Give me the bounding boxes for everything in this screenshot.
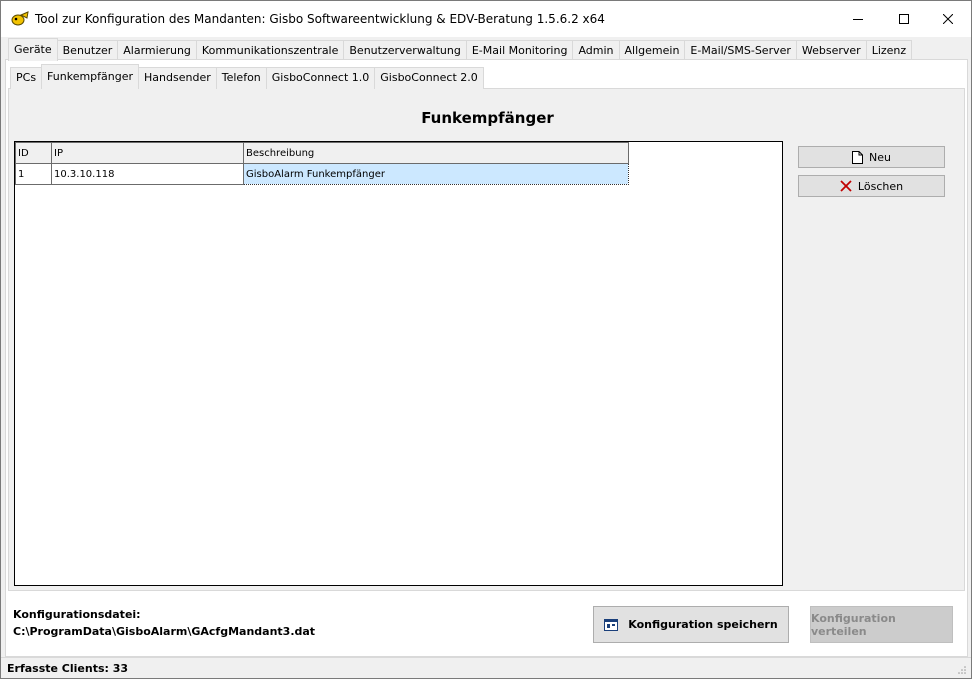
new-button-label: Neu [869, 150, 891, 164]
config-file-path: C:\ProgramData\GisboAlarm\GAcfgMandant3.… [13, 625, 316, 638]
app-icon [11, 11, 29, 27]
new-button[interactable]: Neu [798, 146, 945, 168]
tab-lizenz[interactable]: Lizenz [865, 40, 913, 61]
column-header-ip[interactable]: IP [51, 142, 244, 164]
tab-email-sms-server[interactable]: E-Mail/SMS-Server [684, 40, 797, 61]
window-title: Tool zur Konfiguration des Mandanten: Gi… [35, 12, 605, 26]
new-document-icon [852, 150, 864, 164]
tab-pcs[interactable]: PCs [10, 67, 43, 89]
sub-tab-panel: Funkempfänger ID IP Beschreibung 1 10.3.… [8, 88, 965, 591]
status-text: Erfasste Clients: 33 [7, 662, 129, 675]
tab-webserver[interactable]: Webserver [795, 40, 867, 61]
minimize-icon [853, 14, 863, 24]
delete-button[interactable]: Löschen [798, 175, 945, 197]
tab-email-monitoring[interactable]: E-Mail Monitoring [465, 40, 574, 61]
tab-geraete[interactable]: Geräte [8, 38, 58, 61]
minimize-button[interactable] [835, 1, 881, 37]
save-config-button[interactable]: Konfiguration speichern [593, 606, 789, 643]
column-header-id[interactable]: ID [15, 142, 52, 164]
save-config-icon [604, 618, 619, 631]
cell-beschreibung[interactable]: GisboAlarm Funkempfänger [243, 163, 629, 185]
receiver-grid[interactable]: ID IP Beschreibung 1 10.3.10.118 GisboAl… [14, 141, 783, 586]
column-header-beschreibung[interactable]: Beschreibung [243, 142, 629, 164]
table-row[interactable]: 1 10.3.10.118 GisboAlarm Funkempfänger [15, 163, 629, 185]
tab-funkempfaenger[interactable]: Funkempfänger [41, 64, 140, 89]
close-button[interactable] [925, 1, 971, 37]
tab-gisboconnect-2[interactable]: GisboConnect 2.0 [374, 67, 484, 89]
sub-tab-strip: PCs Funkempfänger Handsender Telefon Gis… [10, 64, 484, 89]
maximize-button[interactable] [881, 1, 927, 37]
app-window: Tool zur Konfiguration des Mandanten: Gi… [0, 0, 972, 679]
cell-ip[interactable]: 10.3.10.118 [51, 163, 244, 185]
delete-x-icon [840, 180, 852, 192]
delete-button-label: Löschen [857, 179, 904, 193]
cell-id[interactable]: 1 [15, 163, 52, 185]
resize-grip-icon[interactable] [957, 665, 967, 675]
distribute-config-label: Konfiguration verteilen [811, 611, 896, 638]
grid-header-row: ID IP Beschreibung [15, 142, 629, 164]
close-icon [943, 14, 953, 24]
tab-telefon[interactable]: Telefon [215, 67, 267, 89]
save-config-label: Konfiguration speichern [628, 618, 778, 631]
config-file-label: Konfigurationsdatei: [13, 608, 141, 621]
distribute-config-button[interactable]: Konfiguration verteilen [810, 606, 953, 643]
panel-heading: Funkempfänger [421, 109, 554, 127]
tab-handsender[interactable]: Handsender [138, 67, 217, 89]
title-bar: Tool zur Konfiguration des Mandanten: Gi… [1, 1, 971, 37]
maximize-icon [899, 14, 909, 24]
tab-admin[interactable]: Admin [572, 40, 620, 61]
tab-benutzer[interactable]: Benutzer [56, 40, 119, 61]
tab-benutzerverwaltung[interactable]: Benutzerverwaltung [343, 40, 467, 61]
tab-alarmierung[interactable]: Alarmierung [117, 40, 197, 61]
tab-allgemein[interactable]: Allgemein [618, 40, 686, 61]
status-bar: Erfasste Clients: 33 [1, 657, 971, 678]
tab-kommunikationszentrale[interactable]: Kommunikationszentrale [195, 40, 345, 61]
main-tab-strip: Geräte Benutzer Alarmierung Kommunikatio… [8, 38, 913, 61]
tab-gisboconnect-1[interactable]: GisboConnect 1.0 [265, 67, 376, 89]
